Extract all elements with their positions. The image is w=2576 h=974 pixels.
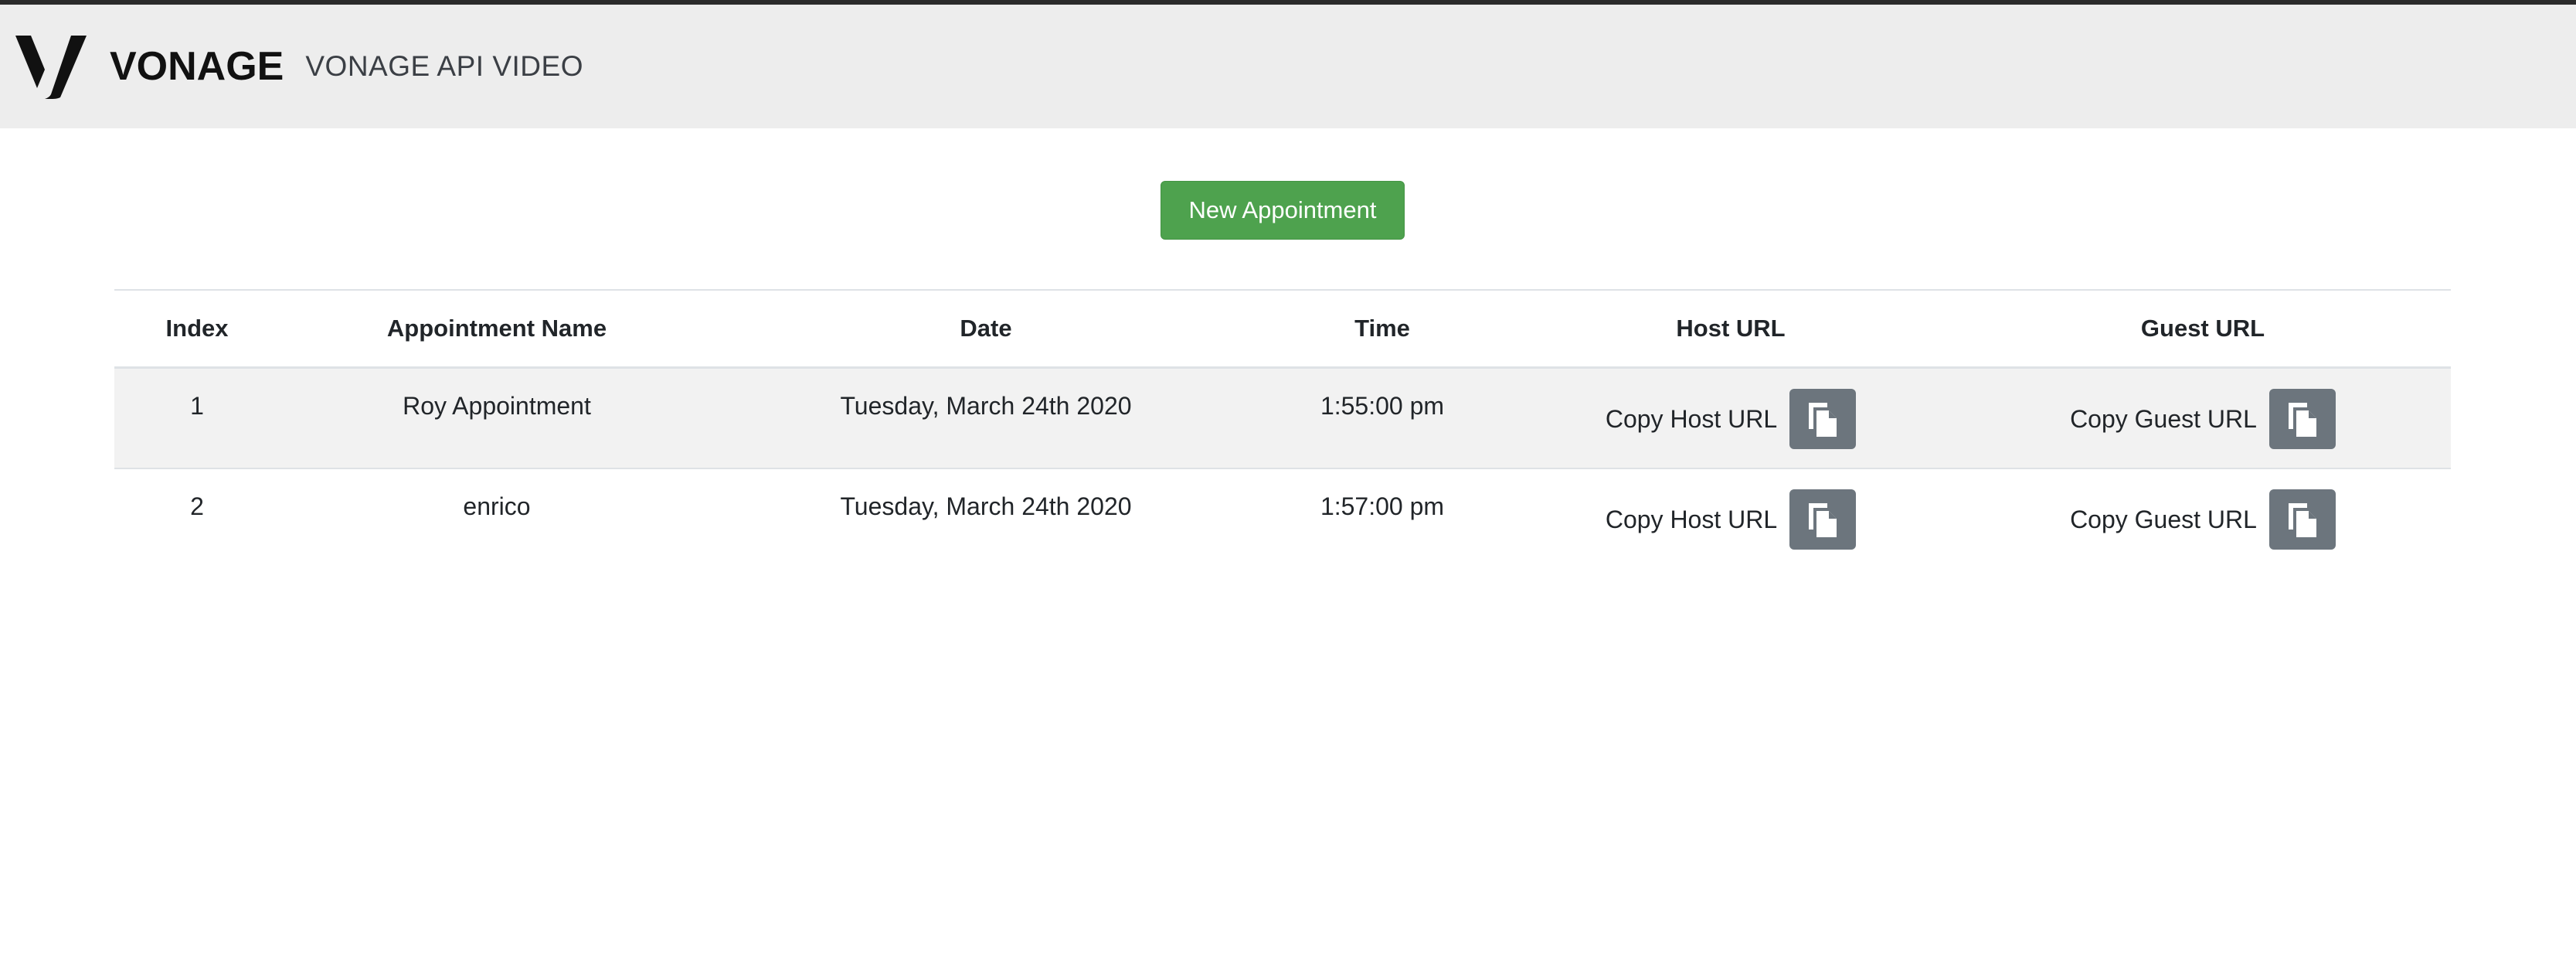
brand-name: VONAGE bbox=[110, 44, 284, 89]
copy-icon bbox=[2288, 503, 2316, 537]
cell-time: 1:57:00 pm bbox=[1258, 468, 1507, 568]
column-header-host-url: Host URL bbox=[1507, 289, 1955, 369]
appointment-date: Tuesday, March 24th 2020 bbox=[840, 492, 1132, 520]
cell-index: 1 bbox=[114, 367, 280, 469]
cell-time: 1:55:00 pm bbox=[1258, 367, 1507, 469]
appointment-name: Roy Appointment bbox=[403, 392, 591, 420]
cell-date: Tuesday, March 24th 2020 bbox=[714, 468, 1258, 568]
copy-guest-url-label: Copy Guest URL bbox=[2070, 505, 2257, 533]
cell-guest-url: Copy Guest URL bbox=[1955, 468, 2451, 568]
copy-icon bbox=[1809, 403, 1837, 437]
product-name: VONAGE API VIDEO bbox=[305, 50, 583, 82]
index-value: 1 bbox=[190, 392, 204, 420]
table-row: 2 enrico Tuesday, March 24th 2020 1:57:0… bbox=[114, 468, 2451, 568]
appointment-date: Tuesday, March 24th 2020 bbox=[840, 392, 1132, 420]
cell-host-url: Copy Host URL bbox=[1507, 367, 1955, 469]
column-header-date: Date bbox=[714, 289, 1258, 369]
new-appointment-button[interactable]: New Appointment bbox=[1161, 181, 1405, 240]
cell-guest-url: Copy Guest URL bbox=[1955, 367, 2451, 469]
index-value: 2 bbox=[190, 492, 204, 520]
vonage-v-logo-icon bbox=[15, 36, 87, 99]
appointment-time: 1:55:00 pm bbox=[1320, 392, 1445, 420]
app-header: VONAGE VONAGE API VIDEO bbox=[0, 5, 2576, 128]
copy-guest-url-label: Copy Guest URL bbox=[2070, 404, 2257, 433]
copy-icon bbox=[1809, 503, 1837, 537]
appointments-table: Index Appointment Name Date Time Host UR… bbox=[114, 289, 2451, 568]
copy-guest-url-button[interactable] bbox=[2268, 389, 2336, 449]
column-header-time: Time bbox=[1258, 289, 1507, 369]
copy-host-url-button[interactable] bbox=[1789, 389, 1857, 449]
cell-index: 2 bbox=[114, 468, 280, 568]
appointment-time: 1:57:00 pm bbox=[1320, 492, 1445, 520]
table-header-row: Index Appointment Name Date Time Host UR… bbox=[114, 289, 2451, 369]
column-header-appointment-name: Appointment Name bbox=[280, 289, 714, 369]
column-header-guest-url: Guest URL bbox=[1955, 289, 2451, 369]
copy-guest-url-button[interactable] bbox=[2268, 489, 2336, 550]
cell-host-url: Copy Host URL bbox=[1507, 468, 1955, 568]
cell-name: enrico bbox=[280, 468, 714, 568]
cell-date: Tuesday, March 24th 2020 bbox=[714, 367, 1258, 469]
copy-host-url-label: Copy Host URL bbox=[1605, 404, 1778, 433]
copy-icon bbox=[2288, 403, 2316, 437]
cell-name: Roy Appointment bbox=[280, 367, 714, 469]
copy-host-url-label: Copy Host URL bbox=[1605, 505, 1778, 533]
column-header-index: Index bbox=[114, 289, 280, 369]
appointment-name: enrico bbox=[463, 492, 531, 520]
table-row: 1 Roy Appointment Tuesday, March 24th 20… bbox=[114, 367, 2451, 469]
copy-host-url-button[interactable] bbox=[1789, 489, 1857, 550]
